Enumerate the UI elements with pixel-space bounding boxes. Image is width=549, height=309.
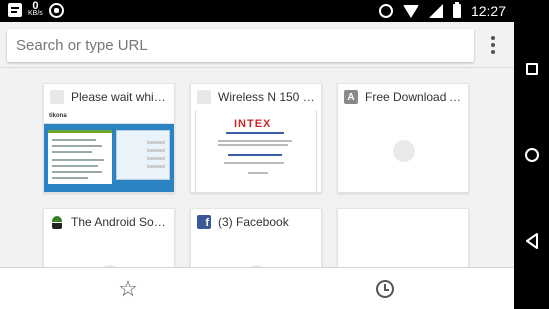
bottom-bar: ☆ (0, 267, 514, 309)
tile-thumbnail: INTEX (191, 110, 321, 192)
facebook-icon: f (197, 215, 211, 229)
network-speed: 0 KB/s (28, 0, 43, 18)
browser-toolbar (0, 22, 514, 68)
url-bar[interactable] (7, 29, 474, 62)
status-left: 0 KB/s (8, 0, 64, 18)
back-icon (525, 233, 539, 249)
thumbnail-line (52, 151, 92, 153)
notification-icon (8, 3, 22, 17)
browser-app: Please wait while th... tikona (0, 22, 514, 309)
history-button[interactable] (372, 276, 398, 302)
thumbnail-line (52, 145, 102, 147)
tile-thumbnail: tikona (44, 110, 174, 192)
tile-header: f (3) Facebook (191, 209, 321, 235)
thumbnail-field (147, 157, 165, 160)
tile-title: Please wait while th... (71, 90, 168, 104)
thumbnail-line (52, 159, 104, 161)
thumbnail-line (218, 140, 292, 142)
bookmarks-button[interactable]: ☆ (115, 276, 141, 302)
thumbnail-line (52, 165, 98, 167)
tile-header: The Android Soul - A... (44, 209, 174, 235)
status-bar: 0 KB/s 12:27 (0, 0, 514, 22)
thumbnail-buttons (248, 172, 268, 174)
tile-title: The Android Soul - A... (71, 215, 168, 229)
favicon-placeholder-icon (50, 90, 64, 104)
back-button[interactable] (520, 229, 544, 253)
status-right: 12:27 (378, 2, 506, 20)
signal-icon (428, 4, 443, 18)
loading-placeholder-icon (393, 140, 415, 162)
thumbnail-heading (228, 154, 282, 156)
thumbnail-field (147, 141, 165, 144)
thumbnail-line (52, 177, 88, 179)
most-visited-tile[interactable]: Wireless N 150 Mbp... INTEX (190, 83, 322, 193)
tile-thumbnail (338, 110, 468, 192)
tile-title: Free Download Apps... (365, 90, 462, 104)
tikona-logo: tikona (49, 113, 67, 119)
overflow-menu-icon (491, 36, 495, 40)
thumbnail-line (218, 144, 288, 146)
clock-icon (376, 280, 394, 298)
tile-header: Wireless N 150 Mbp... (191, 84, 321, 110)
whatsapp-icon (48, 2, 64, 18)
battery-icon (452, 2, 461, 18)
thumbnail-heading (226, 132, 284, 134)
alarm-icon (378, 4, 393, 18)
thumbnail-panel (48, 130, 112, 184)
thumbnail-header: tikona (44, 110, 174, 124)
overflow-menu-button[interactable] (485, 34, 501, 56)
network-speed-value: 0 (32, 0, 39, 12)
navigation-bar (514, 0, 549, 309)
home-icon (525, 148, 539, 162)
android-icon (50, 215, 64, 229)
thumbnail-line (224, 162, 284, 164)
intex-page-preview: INTEX (195, 110, 317, 192)
url-input[interactable] (16, 37, 465, 54)
network-speed-unit: KB/s (28, 10, 43, 17)
letter-favicon-icon: A (344, 90, 358, 104)
thumbnail-line (52, 171, 102, 173)
thumbnail-body (44, 124, 174, 192)
tile-title: Wireless N 150 Mbp... (218, 90, 315, 104)
intex-logo: INTEX (234, 118, 272, 130)
star-icon: ☆ (118, 276, 138, 301)
home-button[interactable] (520, 143, 544, 167)
favicon-placeholder-icon (197, 90, 211, 104)
thumbnail-login-form (116, 130, 170, 180)
thumbnail-field (147, 165, 165, 168)
tile-header: A Free Download Apps... (338, 84, 468, 110)
overflow-menu-dot (491, 43, 495, 47)
thumbnail-line (52, 139, 96, 141)
recents-icon (526, 63, 538, 75)
most-visited-tile[interactable]: A Free Download Apps... (337, 83, 469, 193)
wifi-icon (402, 4, 419, 18)
tile-title: (3) Facebook (218, 215, 289, 229)
tile-header: Please wait while th... (44, 84, 174, 110)
status-clock: 12:27 (470, 3, 506, 19)
recents-button[interactable] (520, 57, 544, 81)
most-visited-tile[interactable]: Please wait while th... tikona (43, 83, 175, 193)
thumbnail-field (147, 149, 165, 152)
overflow-menu-dot (491, 50, 495, 54)
